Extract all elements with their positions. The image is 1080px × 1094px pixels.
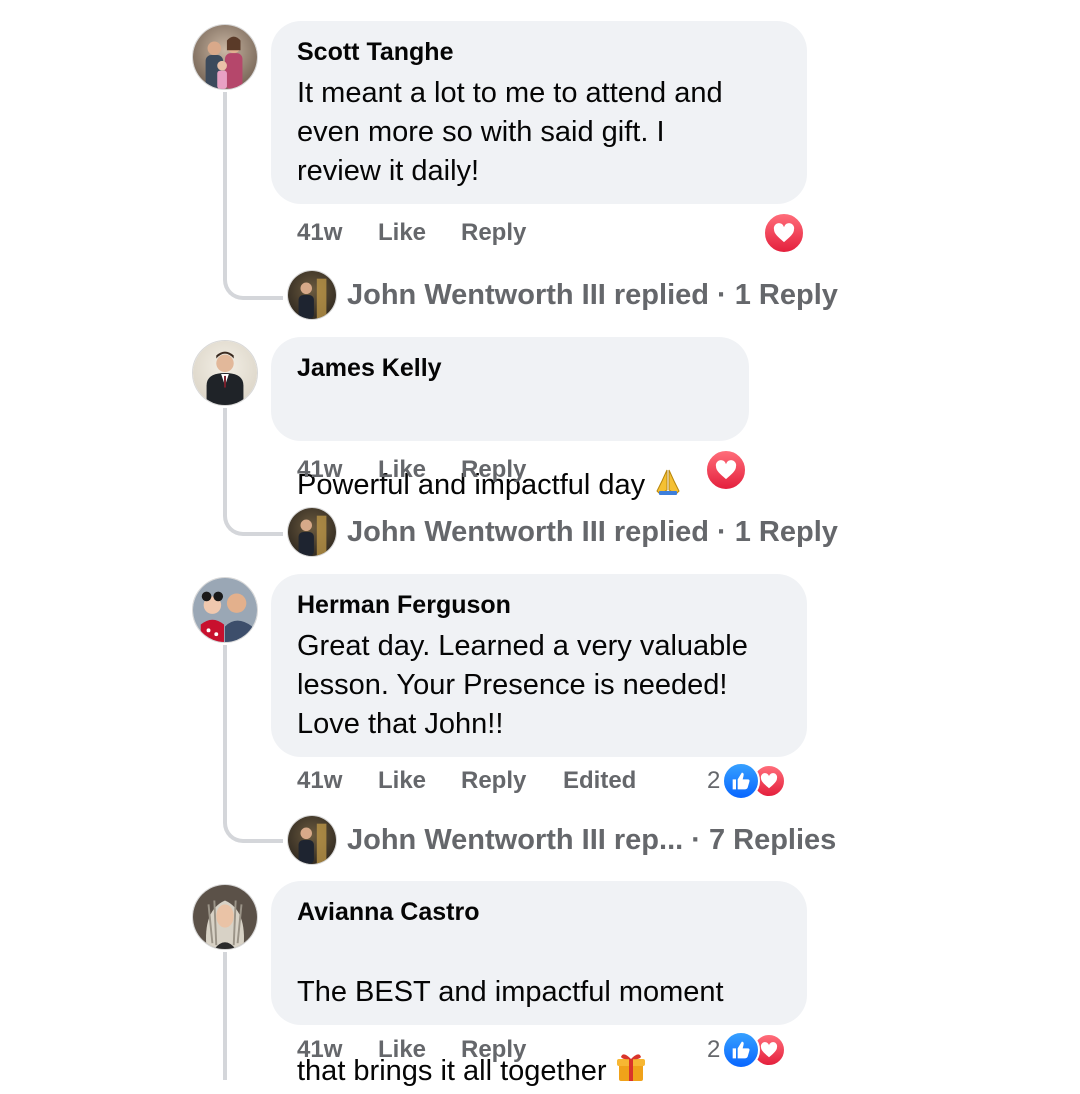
comment-bubble: Herman Ferguson Great day. Learned a ver… (271, 574, 807, 757)
praying-hands-emoji (653, 428, 683, 508)
comment-timestamp[interactable]: 41w (297, 766, 342, 796)
avatar[interactable] (192, 577, 258, 643)
view-replies-link[interactable]: John Wentworth III rep... · 7 Replies (287, 815, 836, 865)
reply-button[interactable]: Reply (461, 218, 526, 248)
comment-text: Great day. Learned a very valuable lesso… (297, 630, 748, 740)
love-reaction-icon[interactable] (763, 212, 805, 254)
avatar[interactable] (192, 24, 258, 90)
edited-label: Edited (563, 767, 637, 794)
like-button[interactable]: Like (378, 218, 426, 248)
thread-line (223, 952, 227, 1080)
reply-button[interactable]: Reply (461, 766, 526, 796)
like-button[interactable]: Like (378, 766, 426, 796)
thread-elbow (223, 805, 283, 843)
view-replies-link[interactable]: John Wentworth III replied · 1 Reply (287, 507, 838, 557)
wrapped-gift-emoji (615, 1012, 647, 1094)
replier-avatar (287, 270, 337, 320)
like-reaction-icon (722, 1031, 761, 1069)
replier-avatar (287, 507, 337, 557)
like-button[interactable]: Like (378, 455, 426, 485)
like-button[interactable]: Like (378, 1035, 426, 1065)
comment-bubble: James Kelly Powerful and impactful day (271, 337, 749, 501)
reply-summary[interactable]: John Wentworth III replied · 1 Reply (347, 516, 838, 549)
reaction-count: 2 (707, 767, 721, 794)
avatar[interactable] (192, 884, 258, 950)
reaction-count: 2 (707, 1036, 721, 1063)
avatar[interactable] (192, 340, 258, 406)
comment-text: It meant a lot to me to attend and even … (297, 77, 723, 187)
comment-author[interactable]: Scott Tanghe (297, 37, 783, 67)
comment-timestamp[interactable]: 41w (297, 455, 342, 485)
thread-line (223, 92, 227, 272)
comment-text: Powerful and impactful day (297, 389, 725, 508)
comment-author[interactable]: Herman Ferguson (297, 590, 783, 620)
reply-button[interactable]: Reply (461, 1035, 526, 1065)
like-reaction-icon (722, 762, 761, 800)
thread-line (223, 408, 227, 508)
reply-summary[interactable]: John Wentworth III replied · 1 Reply (347, 279, 838, 312)
comment-text: The BEST and impactful moment that bring… (297, 934, 783, 1094)
reaction-summary[interactable]: 2 (707, 1031, 787, 1069)
thread-elbow (223, 262, 283, 300)
thread-line (223, 645, 227, 815)
thread-elbow (223, 498, 283, 536)
comment-bubble: Scott Tanghe It meant a lot to me to att… (271, 21, 807, 204)
replier-avatar (287, 815, 337, 865)
comment-text-content: The BEST and impactful moment that bring… (297, 976, 724, 1087)
reaction-summary[interactable]: 2 (707, 762, 787, 800)
comment-timestamp[interactable]: 41w (297, 1035, 342, 1065)
love-reaction-icon[interactable] (705, 449, 747, 491)
comment-timestamp[interactable]: 41w (297, 218, 342, 248)
reply-summary[interactable]: John Wentworth III rep... · 7 Replies (347, 824, 836, 857)
comment-author[interactable]: Avianna Castro (297, 897, 783, 927)
comment-author[interactable]: James Kelly (297, 353, 725, 383)
reply-button[interactable]: Reply (461, 455, 526, 485)
view-replies-link[interactable]: John Wentworth III replied · 1 Reply (287, 270, 838, 320)
comment-bubble: Avianna Castro The BEST and impactful mo… (271, 881, 807, 1087)
